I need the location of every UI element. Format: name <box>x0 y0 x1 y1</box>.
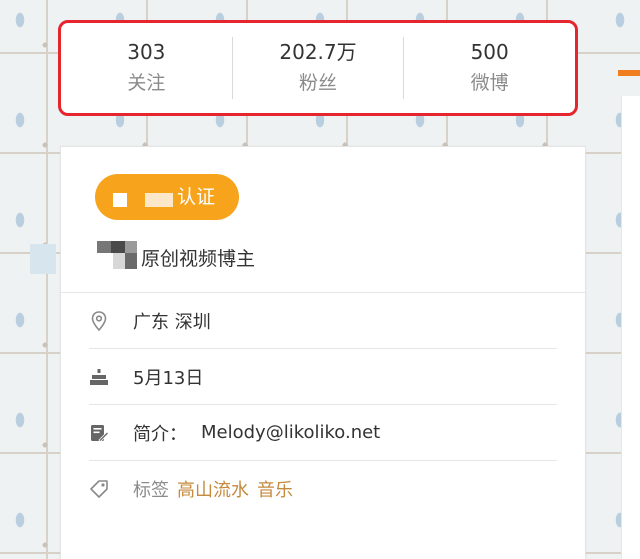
location-text: 广东 深圳 <box>133 311 211 333</box>
birthday-row: 5月13日 <box>89 349 557 405</box>
tag-link[interactable]: 音乐 <box>257 476 293 502</box>
profile-details-list: 广东 深圳 5月13日 简介： Melody@likoliko.net 标签 高… <box>61 293 585 516</box>
following-count: 303 <box>127 40 166 64</box>
following-label: 关注 <box>127 72 166 94</box>
location-row: 广东 深圳 <box>89 293 557 349</box>
edit-note-icon <box>89 423 109 443</box>
posts-label: 微博 <box>470 72 509 94</box>
bio-label: 简介： <box>133 423 187 445</box>
bio-row: 简介： Melody@likoliko.net <box>89 405 557 461</box>
certification-line: 原创视频博主 <box>95 239 255 275</box>
background-blur-patch <box>30 244 56 274</box>
followers-count: 202.7万 <box>279 40 357 64</box>
badge-redacted-block <box>113 193 127 207</box>
adjacent-panel-edge <box>621 96 640 559</box>
certification-badge-text: 认证 <box>177 186 216 208</box>
tags-row: 标签 高山流水 音乐 <box>89 461 557 516</box>
stat-followers[interactable]: 202.7万 粉丝 <box>231 37 404 99</box>
bio-text: Melody@likoliko.net <box>201 422 381 443</box>
redacted-avatar-icon <box>95 239 139 275</box>
tag-icon <box>89 479 109 499</box>
certification-description: 原创视频博主 <box>141 247 256 270</box>
tag-link[interactable]: 高山流水 <box>177 476 249 502</box>
badge-redacted-block <box>145 193 173 207</box>
cake-icon <box>89 367 109 387</box>
profile-info-card: 认证 原创视频博主 广东 深圳 5月13日 简介： Melody@likolik… <box>60 146 586 559</box>
map-pin-icon <box>89 310 109 331</box>
tags-label: 标签 <box>133 479 169 501</box>
accent-bar <box>618 70 640 76</box>
stat-posts[interactable]: 500 微博 <box>403 37 575 99</box>
birthday-text: 5月13日 <box>133 367 204 389</box>
certification-badge[interactable]: 认证 <box>95 174 239 220</box>
certification-section: 认证 原创视频博主 <box>61 147 585 293</box>
posts-count: 500 <box>470 40 509 64</box>
followers-label: 粉丝 <box>299 72 338 94</box>
stat-following[interactable]: 303 关注 <box>61 37 232 99</box>
profile-stats-highlight: 303 关注 202.7万 粉丝 500 微博 <box>58 20 578 116</box>
